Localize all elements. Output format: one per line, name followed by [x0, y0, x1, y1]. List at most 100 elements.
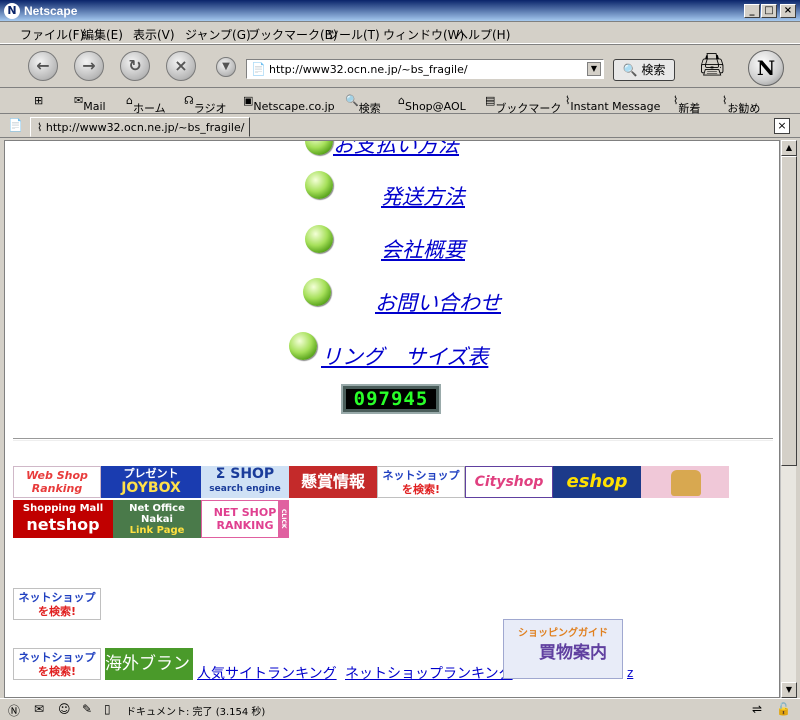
- page-icon: 📄: [251, 62, 266, 76]
- menu-go[interactable]: ジャンプ(G): [185, 26, 251, 43]
- home-tab-icon[interactable]: ⊞: [34, 94, 43, 107]
- banner-web-shop-ranking[interactable]: Web Shop Ranking: [13, 466, 101, 498]
- netscape-logo[interactable]: N: [748, 50, 784, 86]
- toolbar-bookmarks[interactable]: ▤ ブックマーク: [485, 94, 561, 115]
- search-button[interactable]: 🔍 検索: [613, 59, 675, 81]
- toolbar-mail-label: Mail: [83, 100, 106, 113]
- banner-web-shop-line1: Web Shop: [26, 469, 88, 482]
- toolbar-shop-aol-label: Shop@AOL: [404, 100, 466, 113]
- url-dropdown-icon[interactable]: ▼: [587, 62, 601, 76]
- im-status-icon[interactable]: ☺: [58, 702, 71, 716]
- banner-eshop[interactable]: eshop: [553, 466, 641, 498]
- banner-web-shop-line2: Ranking: [31, 482, 83, 495]
- link-shipping[interactable]: 発送方法: [381, 181, 465, 211]
- maximize-button[interactable]: □: [761, 4, 777, 18]
- link-company[interactable]: 会社概要: [381, 234, 465, 264]
- banner-netshop-search-2-line1: ネットショップ: [18, 591, 96, 604]
- toolbar-instant-message[interactable]: ⌇ Instant Message: [565, 94, 660, 113]
- history-dropdown-button[interactable]: ▼: [216, 57, 236, 77]
- banner-nakai-line3: Link Page: [129, 525, 185, 536]
- reload-icon: ↻: [128, 56, 142, 75]
- toolbar-netscape-label: Netscape.co.jp: [253, 100, 335, 113]
- green-bullet-icon: [305, 171, 333, 199]
- toolbar-radio[interactable]: ☊ ラジオ: [184, 94, 227, 115]
- new-tab-icon[interactable]: 📄: [8, 118, 23, 132]
- link-payment[interactable]: お支払い方法: [333, 141, 459, 159]
- connection-status-icon: ⇌: [752, 702, 763, 716]
- green-bullet-icon: [303, 278, 331, 306]
- search-button-label: 検索: [641, 63, 666, 77]
- banner-sigma-line1: Σ SHOP: [215, 466, 275, 482]
- composer-status-icon[interactable]: ✎: [82, 702, 92, 716]
- link-ring-size[interactable]: リング サイズ表: [321, 341, 488, 371]
- navigation-toolbar: ← → ↻ × ▼ 📄 ▼ 🔍 検索 🖨 N: [0, 44, 800, 88]
- menu-tools[interactable]: ツール(T): [327, 26, 380, 43]
- banner-sigma-shop[interactable]: Σ SHOP search engine: [201, 466, 289, 498]
- menu-view[interactable]: 表示(V): [133, 26, 175, 43]
- menu-help[interactable]: ヘルプ(H): [456, 26, 510, 43]
- toolbar-recommend[interactable]: ⌇ お勧め: [722, 94, 760, 115]
- toolbar-home[interactable]: ⌂ ホーム: [126, 94, 166, 115]
- close-tab-button[interactable]: ×: [774, 118, 790, 134]
- link-z[interactable]: z: [627, 666, 633, 680]
- address-book-status-icon[interactable]: ▯: [104, 702, 111, 716]
- url-bar[interactable]: 📄 ▼: [246, 59, 604, 79]
- mail-status-icon[interactable]: ✉: [34, 702, 44, 716]
- netscape-app-icon: N: [4, 3, 20, 19]
- scroll-up-icon[interactable]: ▲: [781, 140, 797, 156]
- banner-guide-line2: 買物案内: [539, 643, 607, 663]
- tab-current[interactable]: ⌇ http://www32.ocn.ne.jp/~bs_fragile/: [30, 117, 250, 137]
- chevron-down-icon: ▼: [222, 61, 230, 72]
- banner-kenshou[interactable]: 懸賞情報: [289, 466, 377, 498]
- toolbar-mail[interactable]: ✉ Mail: [74, 94, 106, 113]
- minimize-button[interactable]: _: [744, 4, 760, 18]
- vertical-scrollbar[interactable]: ▲ ▼: [780, 140, 797, 698]
- banner-cityshop[interactable]: Cityshop: [465, 466, 553, 498]
- scroll-down-icon[interactable]: ▼: [781, 682, 797, 698]
- toolbar-search[interactable]: 🔍 検索: [345, 94, 381, 115]
- netscape-status-icon[interactable]: Ⓝ: [8, 702, 20, 719]
- access-counter: 097945: [341, 384, 441, 414]
- banner-netshop-search-2-line2: を検索!: [37, 605, 77, 618]
- banner-sigma-line2: search engine: [209, 484, 281, 494]
- forward-button[interactable]: →: [74, 51, 104, 81]
- link-ninki-site-ranking[interactable]: 人気サイトランキング: [197, 663, 337, 683]
- menu-bookmarks[interactable]: ブックマーク(B): [248, 26, 338, 43]
- toolbar-shop-aol[interactable]: ⌂ Shop@AOL: [398, 94, 466, 113]
- url-input[interactable]: [269, 62, 579, 76]
- stop-button[interactable]: ×: [166, 51, 196, 81]
- back-button[interactable]: ←: [28, 51, 58, 81]
- link-netshop-ranking[interactable]: ネットショップランキング: [345, 663, 513, 683]
- banner-netshop-search-2[interactable]: ネットショップ を検索!: [13, 588, 101, 620]
- print-icon[interactable]: 🖨: [698, 53, 726, 78]
- link-contact[interactable]: お問い合わせ: [375, 287, 501, 317]
- bag-icon: [671, 470, 701, 496]
- banner-nakai-line1: Net Office: [129, 503, 185, 514]
- banner-netshop-search[interactable]: ネットショップ を検索!: [377, 466, 465, 498]
- banner-shopping-guide[interactable]: ショッピングガイド 買物案内: [503, 619, 623, 679]
- tab-bar: 📄 ⌇ http://www32.ocn.ne.jp/~bs_fragile/ …: [0, 114, 800, 138]
- banner-shopping-mall[interactable]: Shopping Mall netshop: [13, 500, 113, 538]
- back-arrow-icon: ←: [36, 56, 50, 75]
- status-bar: Ⓝ ✉ ☺ ✎ ▯ ドキュメント: 完了 (3.154 秒) ⇌ 🔓: [0, 698, 800, 720]
- page-content: お支払い方法 発送方法 会社概要 お問い合わせ リング サイズ表 097945 …: [4, 140, 780, 698]
- banner-netshop-search-3-line2: を検索!: [37, 665, 77, 678]
- toolbar-netscape[interactable]: ▣ Netscape.co.jp: [243, 94, 335, 113]
- close-button[interactable]: ×: [780, 4, 796, 18]
- banner-bag-photo[interactable]: [641, 466, 729, 498]
- banner-kaigai-brand[interactable]: 海外ブランド: [105, 648, 193, 680]
- title-bar: N Netscape _ □ ×: [0, 0, 800, 22]
- reload-button[interactable]: ↻: [120, 51, 150, 81]
- personal-toolbar: ⊞ ✉ Mail ⌂ ホーム ☊ ラジオ ▣ Netscape.co.jp 🔍 …: [0, 88, 800, 115]
- banner-netshop-search-line1: ネットショップ: [382, 469, 460, 482]
- banner-joybox[interactable]: プレゼント JOYBOX: [101, 466, 201, 498]
- banner-joybox-line1: プレゼント: [123, 467, 179, 480]
- menu-edit[interactable]: 編集(E): [82, 26, 123, 43]
- scroll-thumb[interactable]: [781, 156, 797, 466]
- menu-file[interactable]: ファイル(F): [20, 26, 84, 43]
- banner-net-office-nakai[interactable]: Net Office Nakai Link Page: [113, 500, 201, 538]
- toolbar-new[interactable]: ⌇ 新着: [673, 94, 700, 115]
- banner-net-shop-ranking[interactable]: NET SHOP RANKING CLICK: [201, 500, 289, 538]
- banner-netshop-search-3[interactable]: ネットショップ を検索!: [13, 648, 101, 680]
- menu-window[interactable]: ウィンドウ(W): [383, 26, 464, 43]
